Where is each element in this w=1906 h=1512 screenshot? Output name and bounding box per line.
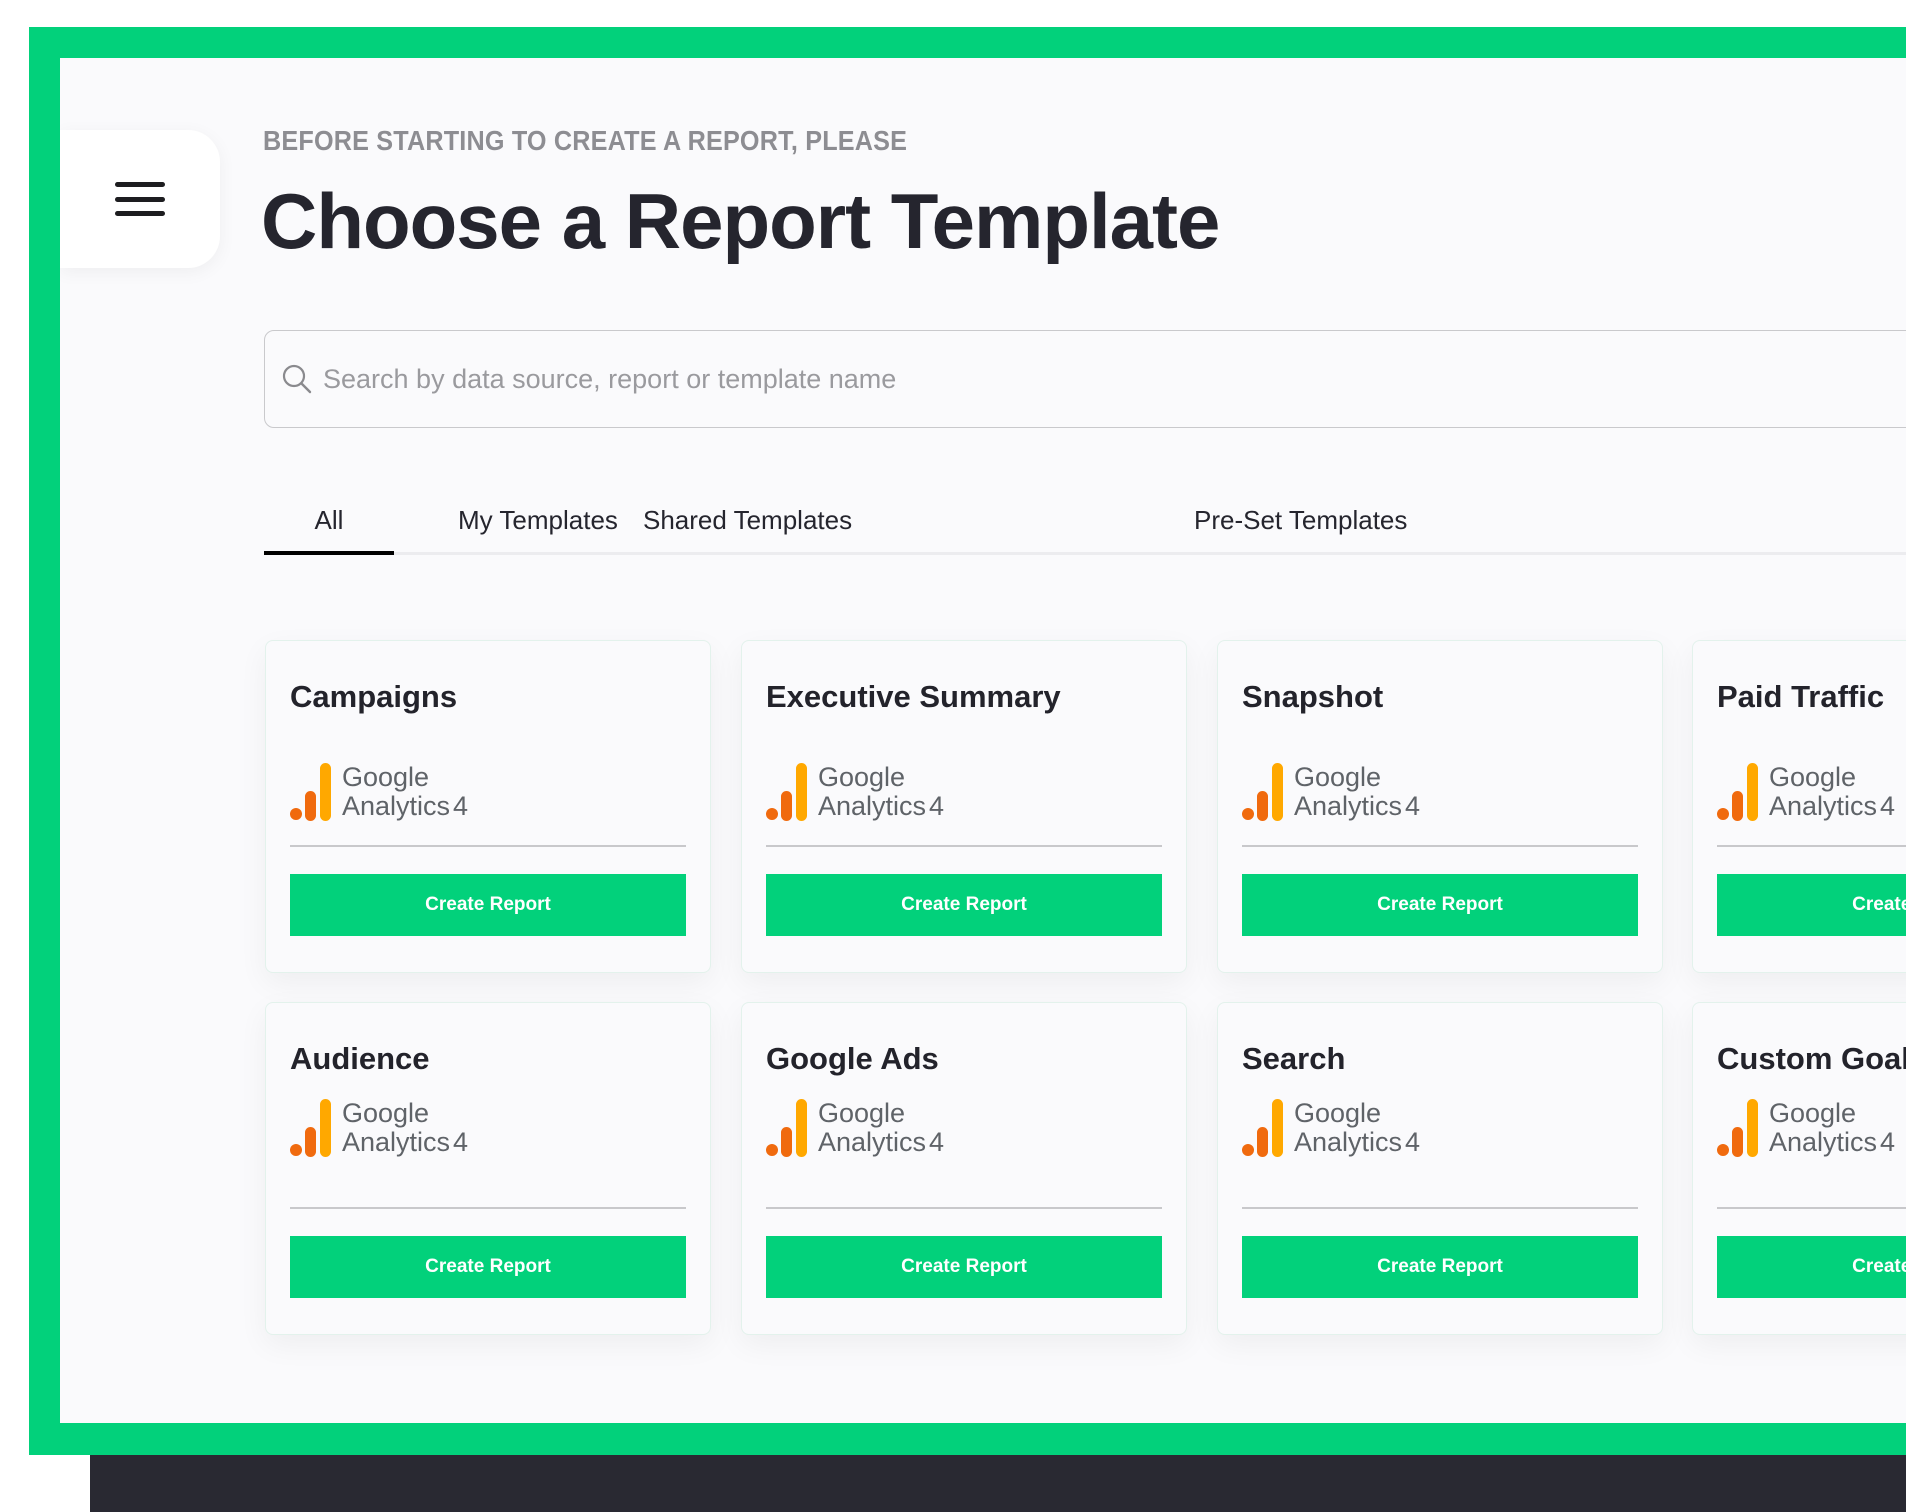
google-analytics-icon (766, 1099, 807, 1157)
card-divider (1717, 1207, 1906, 1209)
template-card-executive-summary: Executive Summary Google Analytics 4 Crea… (741, 640, 1187, 973)
template-title: Google Ads (766, 1041, 939, 1076)
card-divider (290, 1207, 686, 1209)
google-analytics-icon (1717, 1099, 1758, 1157)
tab-label: Pre-Set Templates (1194, 505, 1408, 535)
template-tabs: All My Templates Shared Templates Pre-Se… (264, 488, 1906, 555)
data-source-logo: Google Analytics 4 (1242, 763, 1420, 821)
card-divider (766, 1207, 1162, 1209)
template-title: Audience (290, 1041, 430, 1076)
tab-label: All (314, 505, 344, 535)
app-screen: BEFORE STARTING TO CREATE A REPORT, PLEA… (60, 58, 1906, 1423)
create-report-button[interactable]: Create Report (1717, 874, 1906, 936)
search-icon (282, 364, 312, 394)
template-title: Search (1242, 1041, 1346, 1076)
data-source-logo: Google Analytics 4 (290, 763, 468, 821)
search-bar[interactable] (264, 330, 1906, 428)
card-divider (290, 845, 686, 847)
template-card-search: Search Google Analytics 4 Create Report (1217, 1002, 1663, 1335)
google-analytics-icon (1242, 763, 1283, 821)
tab-shared-templates[interactable]: Shared Templates (643, 488, 852, 552)
tab-my-templates[interactable]: My Templates (458, 488, 618, 552)
data-source-name: Google Analytics 4 (342, 1098, 469, 1157)
menu-button[interactable] (60, 130, 220, 268)
data-source-name: Google Analytics 4 (342, 762, 469, 821)
template-card-campaigns: Campaigns Google Analytics 4 Create Repor… (265, 640, 711, 973)
google-analytics-icon (290, 1099, 331, 1157)
create-report-button[interactable]: Create Report (766, 874, 1162, 936)
hamburger-menu-icon (115, 182, 165, 216)
create-report-button[interactable]: Create Report (766, 1236, 1162, 1298)
data-source-logo: Google Analytics 4 (1717, 763, 1895, 821)
create-report-button[interactable]: Create Report (290, 1236, 686, 1298)
template-card-audience: Audience Google Analytics 4 Create Report (265, 1002, 711, 1335)
data-source-name: Google Analytics 4 (818, 1098, 945, 1157)
data-source-logo: Google Analytics 4 (1242, 1099, 1420, 1157)
template-card-google-ads: Google Ads Google Analytics 4 Create Repo… (741, 1002, 1187, 1335)
data-source-name: Google Analytics 4 (1294, 1098, 1421, 1157)
template-title: Campaigns (290, 679, 458, 714)
card-divider (1242, 1207, 1638, 1209)
google-analytics-icon (1242, 1099, 1283, 1157)
tab-label: Shared Templates (643, 505, 853, 535)
search-input[interactable] (321, 362, 1825, 396)
tab-all[interactable]: All (264, 488, 394, 555)
create-report-button[interactable]: Create Report (290, 874, 686, 936)
card-divider (766, 845, 1162, 847)
google-analytics-icon (1717, 763, 1758, 821)
tab-label: My Templates (458, 505, 618, 535)
page-title: Choose a Report Template (261, 177, 1220, 265)
create-report-button[interactable]: Create Report (1242, 874, 1638, 936)
data-source-name: Google Analytics 4 (1769, 762, 1896, 821)
template-title: Paid Traffic (1717, 679, 1885, 714)
card-divider (1242, 845, 1638, 847)
data-source-logo: Google Analytics 4 (290, 1099, 468, 1157)
page-eyebrow: BEFORE STARTING TO CREATE A REPORT, PLEA… (263, 125, 908, 156)
google-analytics-icon (290, 763, 331, 821)
create-report-button[interactable]: Create Report (1717, 1236, 1906, 1298)
template-card-paid-traffic: Paid Traffic Google Analytics4 Create Re… (1692, 640, 1906, 973)
template-title: Custom Goals (1717, 1041, 1906, 1076)
data-source-name: Google Analytics 4 (818, 762, 945, 821)
tab-pre-set-templates[interactable]: Pre-Set Templates (1194, 488, 1407, 552)
data-source-logo: Google Analytics 4 (766, 1099, 944, 1157)
template-card-custom-goals: Custom Goals Google Analytics4 Create Re… (1692, 1002, 1906, 1335)
template-card-snapshot: Snapshot Google Analytics 4 Create Report (1217, 640, 1663, 973)
data-source-logo: Google Analytics 4 (766, 763, 944, 821)
template-title: Snapshot (1242, 679, 1384, 714)
data-source-logo: Google Analytics 4 (1717, 1099, 1895, 1157)
data-source-name: Google Analytics 4 (1294, 762, 1421, 821)
card-divider (1717, 845, 1906, 847)
google-analytics-icon (766, 763, 807, 821)
create-report-button[interactable]: Create Report (1242, 1236, 1638, 1298)
template-title: Executive Summary (766, 679, 1061, 714)
data-source-name: Google Analytics 4 (1769, 1098, 1896, 1157)
